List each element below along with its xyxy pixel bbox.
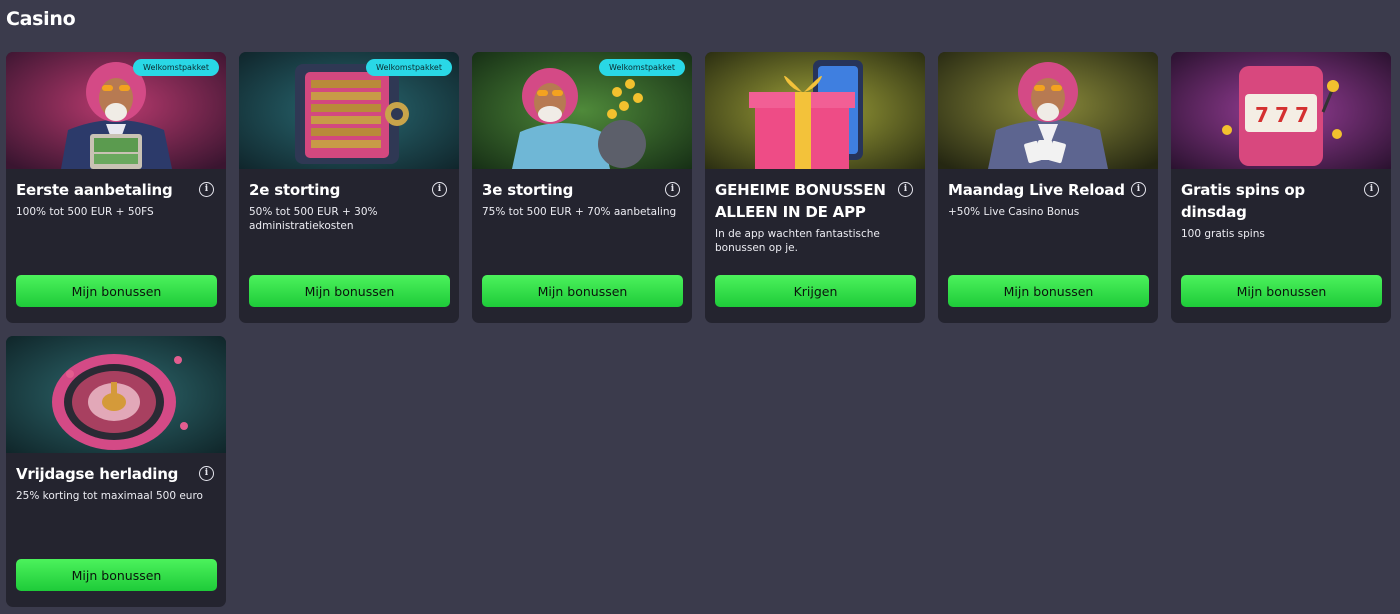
gift-and-phone-image	[705, 52, 925, 169]
roulette-wheel-image	[6, 336, 226, 453]
info-icon[interactable]: i	[432, 182, 447, 197]
info-icon[interactable]: i	[898, 182, 913, 197]
bonus-card-third-deposit: Welkomstpakket 3e storting i 75% tot 500…	[472, 52, 692, 323]
info-icon[interactable]: i	[665, 182, 680, 197]
card-title: Eerste aanbetaling	[16, 181, 173, 199]
bonus-card-second-deposit: Welkomstpakket 2e storting i 50% tot 500…	[239, 52, 459, 323]
welcome-package-badge: Welkomstpakket	[366, 59, 452, 76]
svg-text:7: 7	[1255, 103, 1269, 127]
card-description: 25% korting tot maximaal 500 euro	[16, 490, 203, 502]
bonus-card-first-deposit: Welkomstpakket Eerste aanbetaling i 100%…	[6, 52, 226, 323]
my-bonuses-button[interactable]: Mijn bonussen	[16, 275, 217, 307]
my-bonuses-button[interactable]: Mijn bonussen	[482, 275, 683, 307]
bonus-card-monday-live-reload: Maandag Live Reload i +50% Live Casino B…	[938, 52, 1158, 323]
card-description: +50% Live Casino Bonus	[948, 206, 1080, 218]
my-bonuses-button[interactable]: Mijn bonussen	[1181, 275, 1382, 307]
lion-with-money-briefcase-image: Welkomstpakket	[6, 52, 226, 169]
lion-with-coin-bag-image: Welkomstpakket	[472, 52, 692, 169]
my-bonuses-button[interactable]: Mijn bonussen	[16, 559, 217, 591]
info-icon[interactable]: i	[199, 466, 214, 481]
card-title: 2e storting	[249, 181, 341, 199]
card-title: Vrijdagse herlading	[16, 465, 179, 483]
card-title: Maandag Live Reload	[948, 181, 1125, 199]
my-bonuses-button[interactable]: Mijn bonussen	[948, 275, 1149, 307]
bonus-card-tuesday-free-spins: 7 7 7 Gratis spins op dinsdag i 100 grat…	[1171, 52, 1391, 323]
info-icon[interactable]: i	[199, 182, 214, 197]
open-safe-image: Welkomstpakket	[239, 52, 459, 169]
card-title: 3e storting	[482, 181, 574, 199]
lion-with-cards-image	[938, 52, 1158, 169]
welcome-package-badge: Welkomstpakket	[133, 59, 219, 76]
card-description: 100% tot 500 EUR + 50FS	[16, 206, 154, 218]
bonus-card-friday-reload: Vrijdagse herlading i 25% korting tot ma…	[6, 336, 226, 607]
get-button[interactable]: Krijgen	[715, 275, 916, 307]
card-description: In de app wachten fantastische bonussen …	[715, 228, 880, 254]
card-title: Gratis spins op dinsdag	[1181, 181, 1305, 221]
card-description: 75% tot 500 EUR + 70% aanbetaling	[482, 206, 677, 218]
info-icon[interactable]: i	[1131, 182, 1146, 197]
welcome-package-badge: Welkomstpakket	[599, 59, 685, 76]
card-title: GEHEIME BONUSSEN ALLEEN IN DE APP	[715, 181, 886, 221]
slot-machine-image: 7 7 7	[1171, 52, 1391, 169]
svg-text:7: 7	[1295, 103, 1309, 127]
card-description: 100 gratis spins	[1181, 228, 1265, 240]
page-title: Casino	[6, 8, 76, 30]
card-description: 50% tot 500 EUR + 30% administratiekoste…	[249, 206, 378, 232]
info-icon[interactable]: i	[1364, 182, 1379, 197]
my-bonuses-button[interactable]: Mijn bonussen	[249, 275, 450, 307]
bonus-card-secret-app-bonuses: GEHEIME BONUSSEN ALLEEN IN DE APP i In d…	[705, 52, 925, 323]
svg-text:7: 7	[1275, 103, 1289, 127]
